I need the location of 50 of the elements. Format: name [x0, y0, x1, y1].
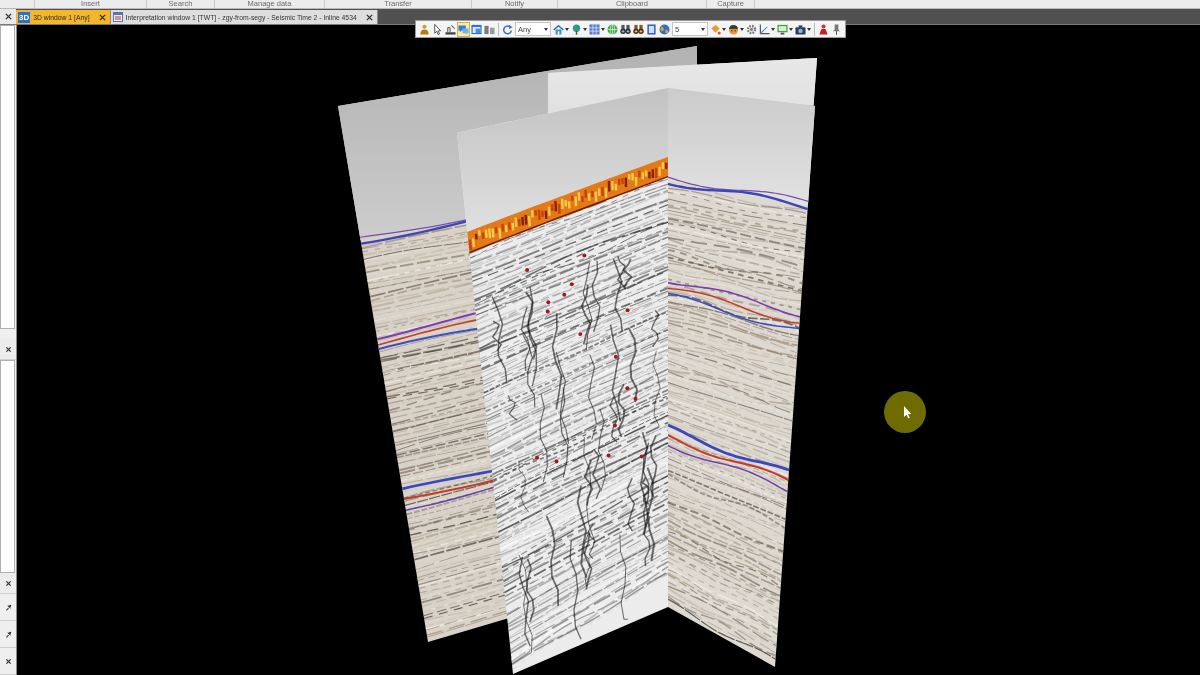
close-icon[interactable] — [98, 13, 106, 21]
speech-bubble-icon — [458, 23, 469, 35]
close-icon[interactable] — [4, 579, 12, 587]
grid-icon — [589, 23, 600, 35]
monitor-icon — [777, 23, 788, 35]
caret-icon[interactable] — [701, 27, 705, 31]
binoculars-icon — [633, 23, 644, 35]
figure-icon — [419, 23, 430, 35]
section-window-icon — [112, 12, 123, 22]
caret-icon[interactable] — [789, 27, 793, 31]
film-icon — [646, 23, 657, 35]
caret-icon[interactable] — [807, 27, 811, 31]
window-icon — [471, 23, 482, 35]
caret-icon[interactable] — [601, 27, 605, 31]
caret-icon[interactable] — [583, 27, 587, 31]
home-icon — [553, 23, 564, 35]
speech-bubble-button[interactable] — [457, 21, 470, 37]
close-icon[interactable] — [4, 657, 12, 665]
axis-icon — [759, 23, 770, 35]
caret-icon[interactable] — [771, 27, 775, 31]
tree-icon — [571, 23, 582, 35]
binoculars-icon — [620, 23, 631, 35]
close-icon[interactable] — [4, 13, 12, 20]
caret-icon[interactable] — [565, 27, 569, 31]
pin-icon — [831, 23, 842, 35]
pin-icon[interactable] — [4, 630, 12, 638]
globe-button[interactable] — [658, 21, 671, 37]
blocks-icon — [484, 23, 495, 35]
settings-icon — [746, 23, 757, 35]
grid-button[interactable] — [588, 21, 606, 37]
arrow-pointer-icon — [432, 23, 443, 35]
mouse-pointer-icon — [884, 391, 926, 433]
axis-button[interactable] — [758, 21, 776, 37]
close-icon[interactable] — [365, 13, 373, 21]
paint-bucket-icon — [710, 23, 721, 35]
person-icon — [818, 23, 829, 35]
caret-icon[interactable] — [722, 27, 726, 31]
pin-icon[interactable] — [4, 603, 12, 611]
globe-icon — [607, 23, 618, 35]
arrow-pointer-button[interactable] — [431, 21, 444, 37]
face-icon — [728, 23, 739, 35]
close-icon[interactable] — [4, 345, 12, 353]
view-type-tag: 3D — [18, 11, 31, 23]
globe-icon — [659, 23, 670, 35]
measure-icon — [445, 23, 456, 35]
caret-icon[interactable] — [544, 27, 548, 31]
film-button[interactable] — [645, 21, 658, 37]
refresh-icon — [502, 23, 513, 35]
camera-icon — [795, 23, 806, 35]
caret-icon[interactable] — [740, 27, 744, 31]
